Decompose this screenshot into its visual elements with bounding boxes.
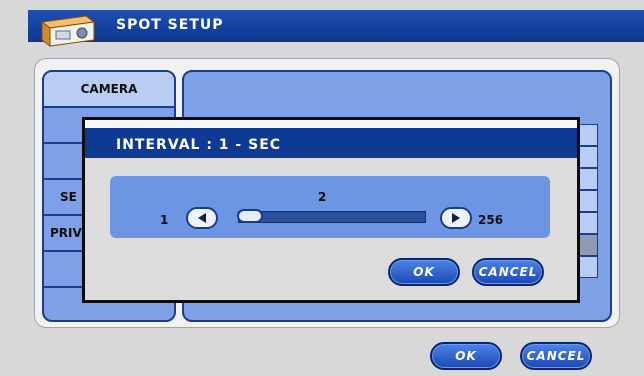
dialog-ok-button[interactable]: OK <box>388 258 460 286</box>
list-cell[interactable] <box>578 256 598 278</box>
arrow-left-icon <box>198 213 206 223</box>
cancel-button[interactable]: CANCEL <box>520 342 592 370</box>
menu-item-label: SE <box>60 190 77 204</box>
camera-icon <box>36 12 102 52</box>
slider-min-label: 1 <box>160 213 169 227</box>
slider-thumb[interactable] <box>236 209 263 223</box>
list-cell[interactable] <box>578 190 598 212</box>
window-title: SPOT SETUP <box>116 17 224 33</box>
list-cell[interactable] <box>578 146 598 168</box>
dialog-title: INTERVAL : 1 - SEC <box>116 137 282 153</box>
menu-item-label: PRIV <box>50 226 82 240</box>
dialog-cancel-button[interactable]: CANCEL <box>472 258 544 286</box>
increase-button[interactable] <box>440 207 472 229</box>
list-cell[interactable] <box>578 168 598 190</box>
slider-panel <box>110 176 550 238</box>
slider-track[interactable] <box>238 211 426 223</box>
decrease-button[interactable] <box>186 207 218 229</box>
ok-button[interactable]: OK <box>430 342 502 370</box>
slider-max-label: 256 <box>478 213 504 227</box>
menu-item-camera[interactable]: CAMERA <box>44 72 174 108</box>
list-cell[interactable] <box>578 212 598 234</box>
slider-value: 2 <box>318 190 327 204</box>
arrow-right-icon <box>452 213 460 223</box>
list-cell[interactable] <box>578 124 598 146</box>
menu-item-label: CAMERA <box>80 82 138 96</box>
list-cell[interactable] <box>578 234 598 256</box>
